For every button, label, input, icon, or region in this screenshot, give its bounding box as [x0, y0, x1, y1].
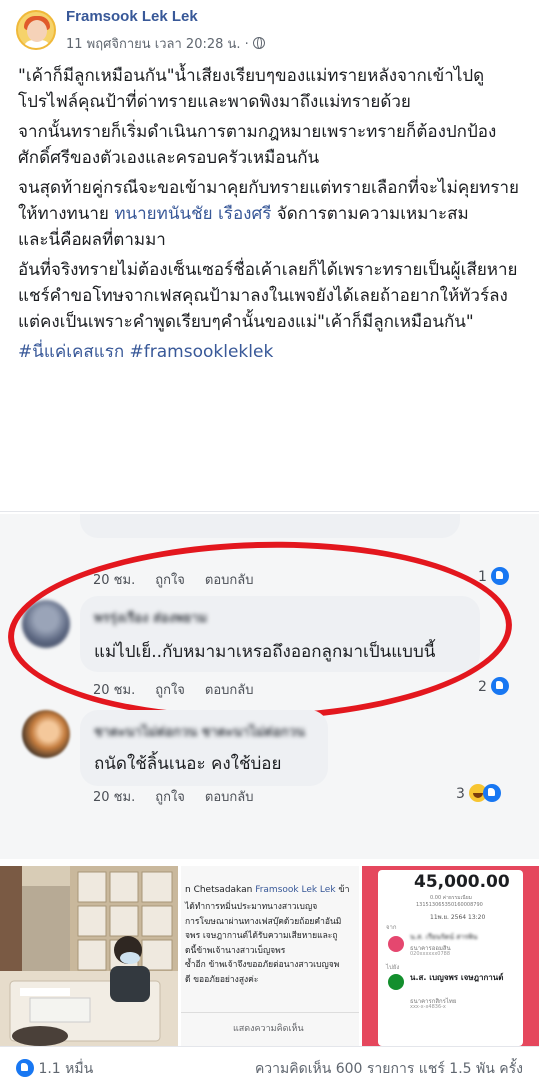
- comment-text: ถนัดใช้ลิ้นเนอะ คงใช้บ่อย: [94, 754, 282, 774]
- engagement-stats[interactable]: ความคิดเห็น 600 รายการ แชร์ 1.5 พัน ครั้…: [255, 1058, 523, 1080]
- post-hashtags[interactable]: #นี่แค่เคสแรก #framsookleklek: [18, 339, 523, 365]
- comment-screenshot-image[interactable]: 20 ชม. ถูกใจ ตอบกลับ 1 พรรุ่งเรือง ส่องพยา…: [0, 514, 539, 859]
- reaction-count: 2: [478, 677, 510, 695]
- page-avatar[interactable]: [16, 10, 56, 50]
- slip-card: 45,000.00 0.00 ค่าธรรมเนียม 131513065350…: [378, 870, 523, 1046]
- like-icon: [491, 677, 510, 695]
- like-icon: [491, 567, 510, 585]
- post-footer: 1.1 หมื่น ความคิดเห็น 600 รายการ แชร์ 1.…: [0, 1046, 539, 1086]
- photo-office[interactable]: [0, 866, 178, 1046]
- commenter-name: ชาตะนาไม่ต่อกวน ชาตะนาไม่ต่อกวน: [94, 725, 305, 740]
- post-body: "เค้าก็มีลูกเหมือนกัน"น้ำเสียงเรียบๆของแ…: [18, 63, 523, 369]
- slip-amount: 45,000.00: [414, 872, 510, 892]
- red-highlight-oval: [5, 535, 515, 727]
- reaction-count: 3: [456, 784, 502, 802]
- lawyer-link[interactable]: ทนายทนันชัย เรืองศรี: [114, 204, 271, 224]
- commenter-avatar: [22, 710, 70, 758]
- partial-comment-bubble: [80, 514, 460, 538]
- reaction-count-top: 1: [478, 567, 510, 585]
- office-illustration: [0, 866, 178, 1046]
- post-header: Framsook Lek Lek 11 พฤศจิกายน เวลา 20:28…: [0, 0, 539, 58]
- post-paragraph-2: จากนั้นทรายก็เริ่มดำเนินการตามกฎหมายเพรา…: [18, 122, 497, 168]
- photo-grid: n Chetsadakan Framsook Lek Lek ข้า ได้ทำ…: [0, 866, 539, 1046]
- globe-icon: [252, 37, 265, 49]
- apology-comment-action: แสดงความคิดเห็น: [233, 1024, 304, 1034]
- comment-meta: 20 ชม. ถูกใจ ตอบกลับ: [93, 790, 254, 805]
- reaction-summary[interactable]: 1.1 หมื่น: [16, 1058, 93, 1080]
- photo-transfer-slip[interactable]: 45,000.00 0.00 ค่าธรรมเนียม 131513065350…: [362, 866, 539, 1046]
- divider: [0, 511, 539, 512]
- apology-text: ได้ทำการหมิ่นประมาทนางสาวเบญจ การโฆษณาผ่…: [185, 902, 342, 985]
- like-icon: [483, 784, 502, 802]
- like-icon: [16, 1059, 34, 1077]
- gsb-bank-logo: [388, 936, 404, 952]
- page-name[interactable]: Framsook Lek Lek: [66, 8, 198, 25]
- kbank-logo: [388, 974, 404, 990]
- post-paragraph-4: อันที่จริงทรายไม่ต้องเซ็นเซอร์ชื่อเค้าเล…: [18, 260, 518, 332]
- apology-author-line: n Chetsadakan Framsook Lek Lek ข้า: [185, 885, 350, 895]
- post-paragraph-3: จนสุดท้ายคู่กรณีจะขอเข้ามาคุยกับทรายแต่ท…: [18, 178, 519, 250]
- photo-apology-post[interactable]: n Chetsadakan Framsook Lek Lek ข้า ได้ทำ…: [181, 866, 359, 1046]
- post-timestamp[interactable]: 11 พฤศจิกายน เวลา 20:28 น. ·: [66, 33, 265, 54]
- post-paragraph-1: "เค้าก็มีลูกเหมือนกัน"น้ำเสียงเรียบๆของแ…: [18, 66, 485, 112]
